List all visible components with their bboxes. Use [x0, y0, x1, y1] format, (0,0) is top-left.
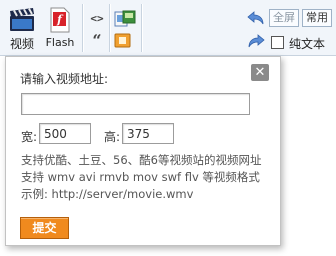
dialog-title: 请输入视频地址:	[20, 72, 109, 86]
image-button[interactable]	[114, 10, 136, 28]
insert-video-dialog: 请输入视频地址: ✕ 宽: 高: 支持优酷、土豆、56、酷6等视频站的视频网址 …	[5, 56, 281, 246]
toolbar-separator	[141, 4, 142, 52]
plaintext-checkbox[interactable]	[271, 36, 284, 49]
video-button-label: 视频	[9, 37, 34, 51]
help-line: 支持优酷、土豆、56、酷6等视频站的视频网址	[21, 153, 262, 167]
image-icon	[114, 10, 136, 27]
undo-button[interactable]	[247, 10, 265, 28]
height-label: 高:	[104, 130, 121, 144]
redo-icon	[248, 34, 265, 48]
width-label: 宽:	[21, 130, 38, 144]
flash-icon: f	[50, 7, 70, 33]
undo-icon	[247, 11, 264, 25]
flash-button[interactable]: f Flash	[40, 6, 80, 54]
help-text: 支持优酷、土豆、56、酷6等视频站的视频网址 支持 wmv avi rmvb m…	[21, 152, 279, 203]
help-line: 示例: http://server/movie.wmv	[21, 187, 194, 201]
width-input[interactable]	[39, 123, 91, 144]
help-line: 支持 wmv avi rmvb mov swf flv 等视频格式	[21, 170, 260, 184]
attachment-icon	[114, 33, 131, 48]
video-clapper-icon	[10, 8, 34, 31]
toolbar-separator	[109, 4, 110, 52]
editor-toolbar: 视频 f Flash <> “ 全屏 常用 纯文本	[0, 0, 336, 56]
attachment-button[interactable]	[114, 32, 132, 50]
code-icon[interactable]: <>	[88, 10, 106, 28]
quote-icon[interactable]: “	[88, 32, 106, 50]
fullscreen-button[interactable]: 全屏	[269, 9, 299, 27]
flash-button-label: Flash	[45, 36, 75, 49]
redo-button[interactable]	[247, 33, 265, 51]
common-button[interactable]: 常用	[302, 9, 332, 27]
video-button[interactable]: 视频	[2, 6, 42, 54]
video-url-input[interactable]	[21, 93, 250, 115]
height-input[interactable]	[122, 123, 174, 144]
plaintext-label: 纯文本	[289, 37, 326, 51]
toolbar-separator	[82, 4, 83, 52]
submit-button[interactable]: 提交	[20, 217, 69, 239]
close-icon[interactable]: ✕	[251, 64, 269, 81]
